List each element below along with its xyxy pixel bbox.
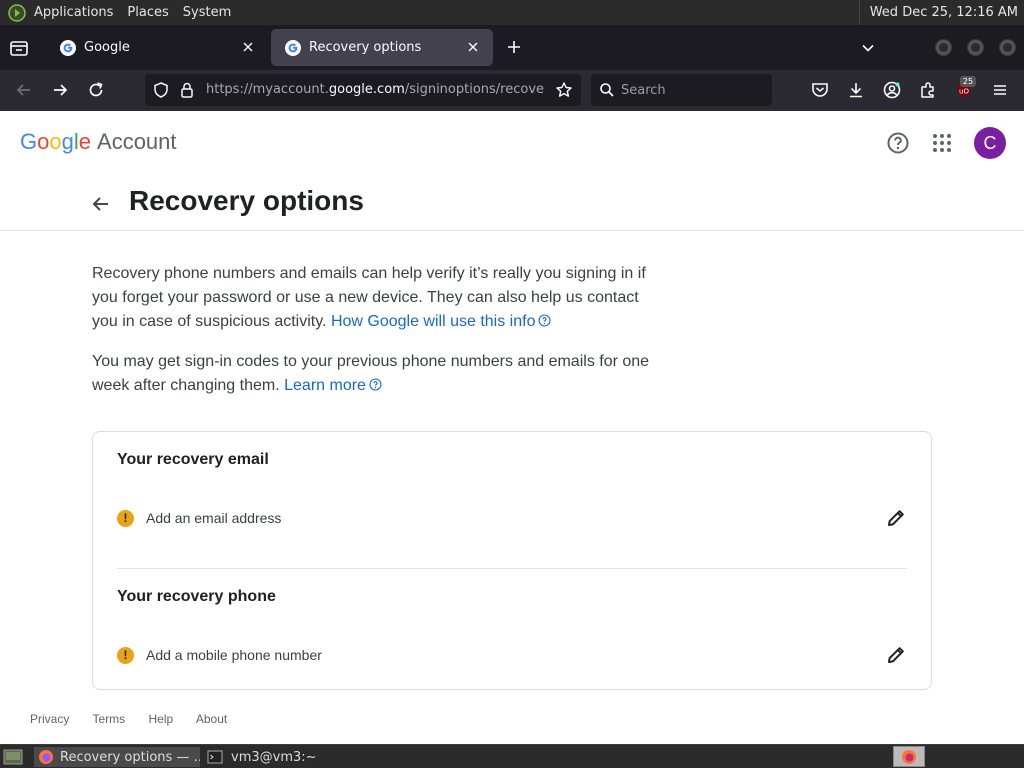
account-wordmark: Account	[97, 129, 177, 154]
google-favicon-icon	[60, 39, 76, 56]
link-label: Learn more	[284, 377, 366, 394]
url-path: /signinoptions/recovery	[404, 82, 544, 97]
footer-terms-link[interactable]: Terms	[92, 712, 125, 726]
avatar[interactable]: C	[974, 127, 1006, 159]
pocket-icon[interactable]	[810, 80, 830, 100]
terminal-icon	[207, 750, 223, 764]
notice-paragraph: You may get sign-in codes to your previo…	[92, 350, 652, 398]
svg-text:uO: uO	[959, 88, 969, 96]
firefox-logo-icon	[39, 750, 53, 764]
places-menu[interactable]: Places	[127, 5, 168, 20]
minimize-window-button[interactable]	[935, 39, 952, 56]
page-footer: Privacy Terms Help About	[30, 712, 247, 726]
footer-help-link[interactable]: Help	[148, 712, 173, 726]
padlock-icon[interactable]	[178, 81, 196, 99]
taskbar-item-firefox[interactable]: Recovery options — …	[34, 747, 200, 767]
reload-icon[interactable]	[86, 80, 106, 100]
list-all-tabs-chevron-icon[interactable]	[860, 40, 876, 56]
warning-icon: !	[117, 509, 134, 527]
header-divider	[0, 230, 1024, 231]
help-icon[interactable]	[886, 131, 910, 155]
footer-privacy-link[interactable]: Privacy	[30, 712, 69, 726]
os-taskbar: Recovery options — … vm3@vm3:~	[0, 744, 1024, 768]
taskbar-item-label: Recovery options — …	[60, 749, 200, 765]
workspace-switcher[interactable]	[893, 746, 925, 767]
navigation-toolbar: https://myaccount.google.com/signinoptio…	[0, 70, 1024, 111]
os-top-panel: Applications Places System Wed Dec 25, 1…	[0, 0, 1024, 25]
applications-menu[interactable]: Applications	[34, 5, 113, 20]
show-desktop-icon[interactable]	[3, 748, 23, 766]
add-phone-row[interactable]: ! Add a mobile phone number	[117, 642, 907, 668]
url-text[interactable]: https://myaccount.google.com/signinoptio…	[206, 82, 544, 97]
link-label: How Google will use this info	[330, 313, 536, 330]
edit-pencil-icon[interactable]	[885, 644, 907, 666]
search-icon	[600, 83, 614, 97]
google-account-logo[interactable]: Google Account	[20, 129, 177, 155]
logo-letter: g	[61, 129, 74, 154]
page-title: Recovery options	[129, 185, 364, 216]
taskbar-item-terminal[interactable]: vm3@vm3:~	[203, 747, 369, 767]
section-divider	[117, 568, 907, 569]
close-window-button[interactable]	[999, 39, 1016, 56]
tab-title: Recovery options	[309, 40, 422, 55]
bookmark-star-icon[interactable]	[555, 81, 573, 99]
logo-letter: o	[37, 129, 50, 154]
add-email-label: Add an email address	[146, 510, 282, 526]
hamburger-menu-icon[interactable]	[990, 80, 1010, 100]
search-bar[interactable]	[591, 74, 772, 106]
how-google-uses-info-link[interactable]: How Google will use this info	[331, 313, 552, 330]
recovery-options-card: Your recovery email ! Add an email addre…	[92, 431, 932, 690]
logo-letter: G	[20, 129, 38, 154]
tab-recovery-options[interactable]: Recovery options	[271, 29, 493, 66]
maximize-window-button[interactable]	[967, 39, 984, 56]
help-circle-icon	[538, 314, 552, 327]
new-tab-plus-icon[interactable]	[506, 39, 522, 55]
help-circle-icon	[369, 378, 382, 391]
close-tab-icon[interactable]	[240, 39, 256, 55]
taskbar-item-label: vm3@vm3:~	[231, 749, 317, 765]
firefox-logo-icon	[902, 750, 916, 764]
back-arrow-icon[interactable]	[14, 80, 34, 100]
intro-paragraph: Recovery phone numbers and emails can he…	[92, 262, 652, 334]
distro-logo-icon[interactable]	[8, 3, 26, 22]
google-apps-grid-icon[interactable]	[930, 131, 954, 155]
firefox-view-icon[interactable]	[8, 37, 30, 59]
learn-more-link[interactable]: Learn more	[284, 377, 382, 394]
search-input[interactable]	[621, 80, 761, 100]
recovery-phone-heading: Your recovery phone	[117, 588, 276, 605]
warning-icon: !	[117, 646, 134, 664]
downloads-icon[interactable]	[846, 80, 866, 100]
panel-clock[interactable]: Wed Dec 25, 12:16 AM	[858, 0, 1024, 25]
close-tab-icon[interactable]	[465, 39, 481, 55]
recovery-email-heading: Your recovery email	[117, 451, 269, 468]
add-email-row[interactable]: ! Add an email address	[117, 505, 907, 531]
url-domain: google.com	[328, 82, 405, 97]
forward-arrow-icon[interactable]	[50, 80, 70, 100]
page-content: Google Account C Recovery options Recover…	[0, 111, 1024, 744]
google-favicon-icon	[285, 39, 301, 56]
logo-letter: e	[78, 129, 92, 154]
tab-title: Google	[84, 40, 130, 55]
account-profile-icon[interactable]	[882, 80, 902, 100]
extension-badge: 25	[960, 76, 976, 87]
url-prefix: https://myaccount.	[206, 82, 329, 97]
tracking-protection-shield-icon[interactable]	[152, 81, 170, 99]
logo-letter: o	[49, 129, 62, 154]
edit-pencil-icon[interactable]	[885, 507, 907, 529]
back-arrow-icon[interactable]	[90, 193, 112, 215]
url-bar[interactable]: https://myaccount.google.com/signinoptio…	[145, 74, 581, 106]
add-phone-label: Add a mobile phone number	[146, 647, 322, 663]
footer-about-link[interactable]: About	[196, 712, 227, 726]
system-menu[interactable]: System	[183, 5, 231, 20]
tab-strip: Google Recovery options	[0, 25, 1024, 70]
tab-google[interactable]: Google	[46, 29, 268, 66]
extensions-puzzle-icon[interactable]	[918, 80, 938, 100]
